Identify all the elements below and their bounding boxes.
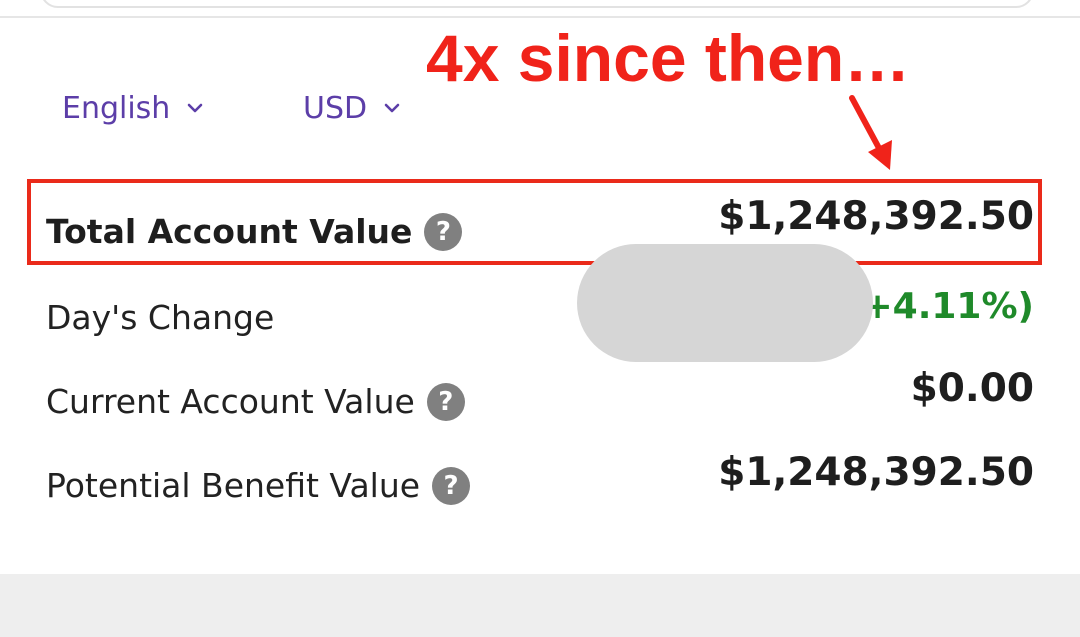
current-account-value-label: Current Account Value	[46, 382, 415, 421]
language-selector[interactable]: English	[62, 86, 206, 130]
total-account-value-label-group: Total Account Value ?	[46, 212, 463, 251]
total-account-value: $1,248,392.50	[718, 194, 1034, 239]
footer-band	[0, 574, 1080, 637]
help-icon[interactable]: ?	[432, 466, 471, 505]
potential-benefit-value-label: Potential Benefit Value	[46, 466, 421, 505]
chevron-down-icon	[384, 103, 400, 113]
chevron-down-icon	[188, 103, 203, 113]
annotation-text: 4x since then…	[426, 21, 911, 95]
help-icon[interactable]: ?	[424, 212, 463, 251]
redaction-blob	[577, 244, 873, 362]
current-account-value-label-group: Current Account Value ?	[46, 382, 465, 421]
currency-selector-label: USD	[303, 90, 368, 126]
currency-selector[interactable]: USD	[303, 86, 403, 130]
language-selector-label: English	[62, 90, 171, 126]
days-change-label: Day's Change	[46, 298, 275, 337]
help-icon[interactable]: ?	[426, 382, 465, 421]
potential-benefit-value-label-group: Potential Benefit Value ?	[46, 466, 471, 505]
total-account-value-label: Total Account Value	[46, 212, 413, 251]
search-bar-remnant	[40, 0, 1034, 8]
potential-benefit-value: $1,248,392.50	[718, 450, 1034, 495]
days-change-value: (+4.11%)	[846, 286, 1034, 327]
current-account-value: $0.00	[910, 366, 1034, 411]
annotation-arrow-icon	[849, 95, 892, 170]
days-change-label-group: Day's Change	[46, 298, 274, 337]
